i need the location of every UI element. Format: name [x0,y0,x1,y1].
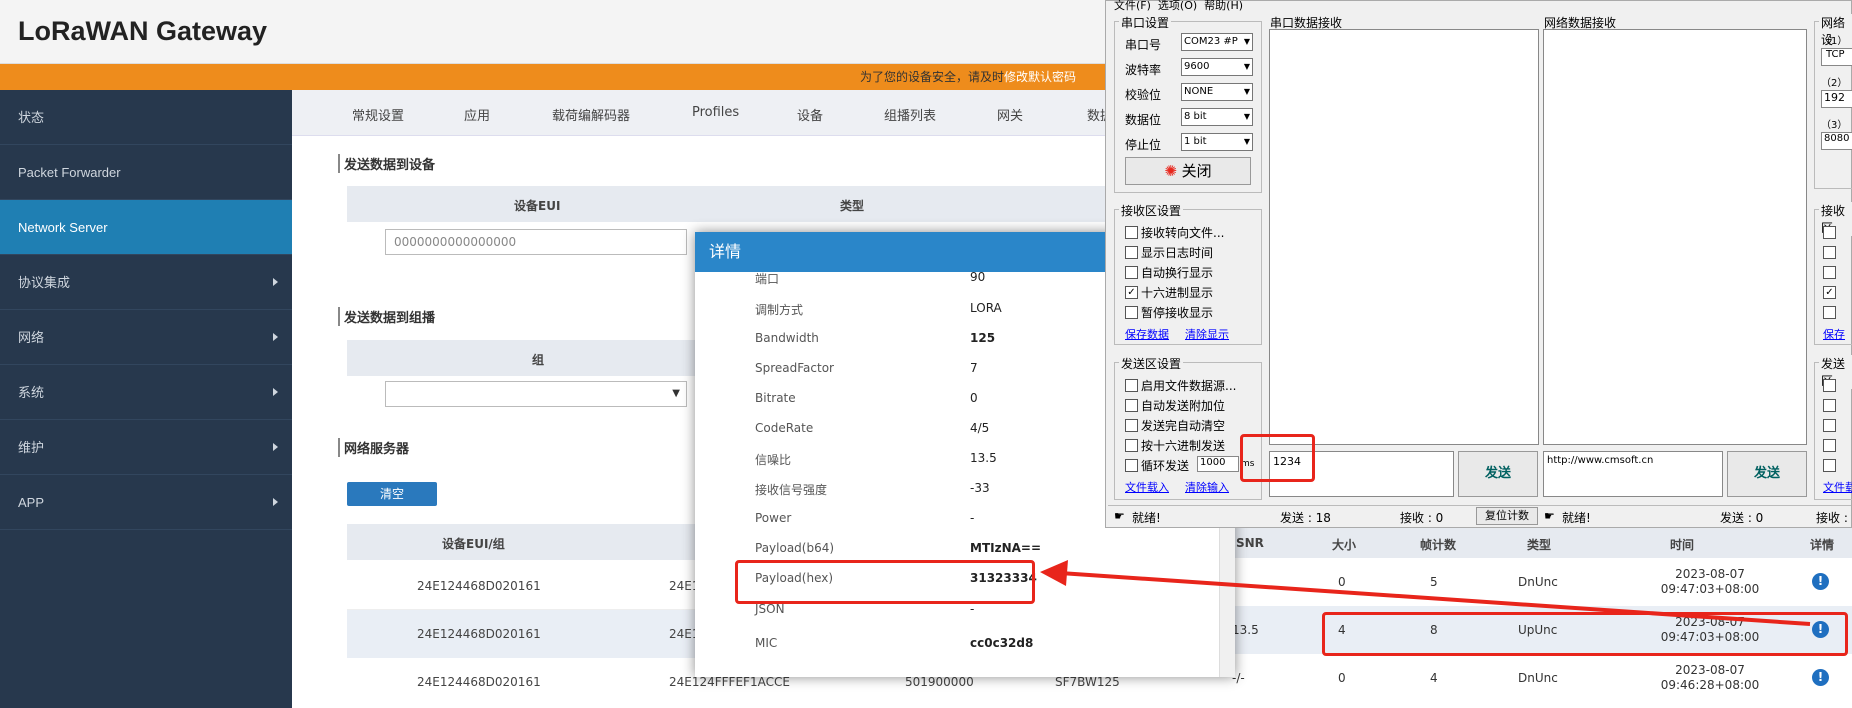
annotation-arrow [1040,560,1811,626]
arrow-head [1040,560,1068,586]
arrow-line [1059,571,1811,626]
